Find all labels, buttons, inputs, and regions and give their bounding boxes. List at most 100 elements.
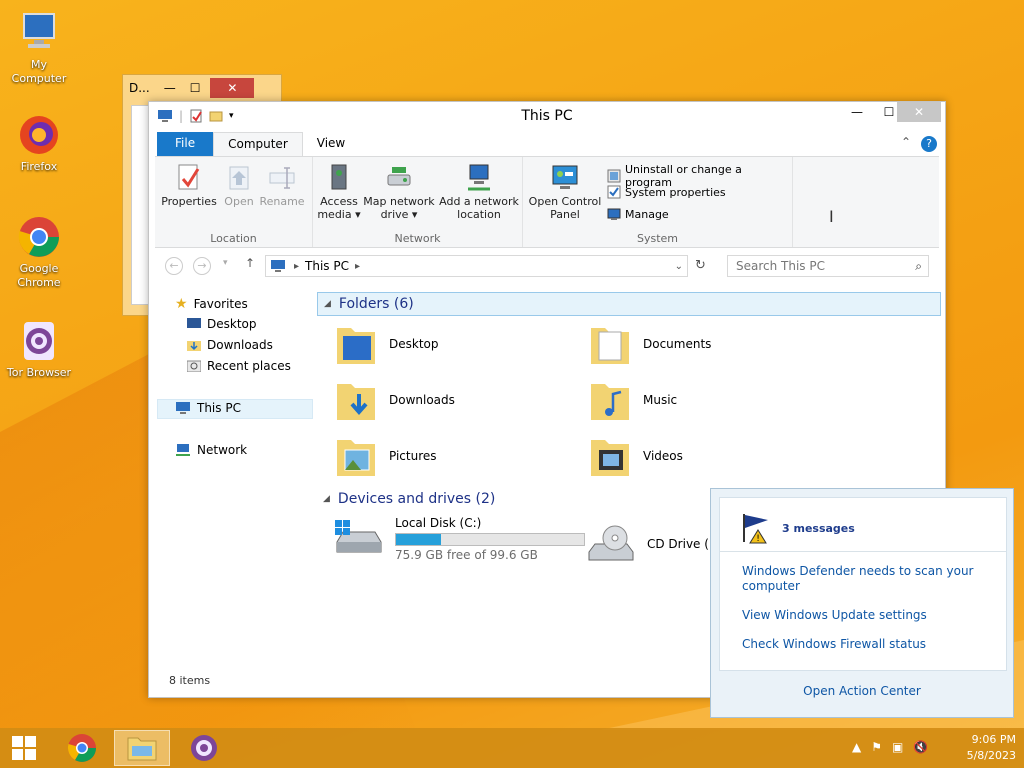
- volume-muted-icon[interactable]: 🔇: [913, 740, 928, 754]
- nav-item-network[interactable]: Network: [175, 443, 247, 457]
- computer-icon: [176, 402, 190, 414]
- network-group-label: Network: [394, 232, 441, 245]
- downloads-folder-icon: [337, 384, 375, 420]
- desktop-icon-chrome[interactable]: Google Chrome: [2, 214, 76, 290]
- tab-computer[interactable]: Computer: [213, 132, 303, 156]
- open-action-center-link[interactable]: Open Action Center: [711, 684, 1013, 698]
- open-button[interactable]: Open: [221, 163, 257, 208]
- breadcrumb-chevron-icon[interactable]: ▸: [355, 261, 360, 272]
- network-icon[interactable]: ▣: [892, 740, 903, 754]
- nav-item-downloads[interactable]: Downloads: [187, 338, 273, 352]
- nav-item-recent-places[interactable]: Recent places: [187, 359, 291, 373]
- manage-button[interactable]: Manage: [607, 207, 669, 221]
- text-cursor-icon: I: [829, 207, 834, 226]
- properties-icon: [174, 163, 204, 193]
- defender-scan-link[interactable]: Windows Defender needs to scan your comp…: [742, 564, 982, 594]
- drive-c[interactable]: Local Disk (C:) 75.9 GB free of 99.6 GB: [333, 516, 585, 562]
- recent-places-icon: [187, 360, 201, 372]
- programs-icon: [607, 169, 621, 183]
- search-input[interactable]: Search This PC ⌕: [727, 255, 929, 277]
- my-computer-icon: [16, 10, 62, 56]
- desktop-icon-tor-browser[interactable]: Tor Browser: [2, 318, 76, 380]
- system-tray: ▲ ⚑ ▣ 🔇: [852, 740, 928, 754]
- action-center-popup: ! 3 messages Windows Defender needs to s…: [710, 488, 1014, 718]
- refresh-icon[interactable]: ↻: [695, 258, 706, 273]
- system-group-label: System: [636, 232, 679, 245]
- rename-button[interactable]: Rename: [259, 163, 305, 208]
- folder-pictures[interactable]: Pictures: [335, 434, 437, 478]
- map-network-drive-button[interactable]: Map network drive ▾: [363, 163, 435, 221]
- folder-downloads[interactable]: Downloads: [335, 378, 455, 422]
- nav-item-this-pc[interactable]: This PC: [175, 401, 241, 415]
- collapse-ribbon-icon[interactable]: ⌃: [901, 135, 911, 149]
- firefox-icon: [16, 112, 62, 158]
- access-media-button[interactable]: Access media ▾: [317, 163, 361, 221]
- folder-videos[interactable]: Videos: [589, 434, 683, 478]
- documents-folder-icon: [591, 328, 629, 364]
- clock-date: 5/8/2023: [966, 749, 1016, 762]
- close-button[interactable]: ✕: [210, 78, 255, 98]
- system-properties-icon: [607, 185, 621, 199]
- clock[interactable]: 9:06 PM 5/8/2023: [967, 732, 1016, 764]
- recent-locations-chevron-icon[interactable]: ▾: [223, 258, 228, 268]
- action-center-flag-icon[interactable]: ⚑: [871, 740, 882, 754]
- system-group: Open Control Panel Uninstall or change a…: [523, 157, 793, 247]
- help-icon[interactable]: ?: [921, 136, 937, 152]
- tab-file[interactable]: File: [157, 132, 214, 156]
- desktop-icon-firefox[interactable]: Firefox: [2, 112, 76, 174]
- close-button[interactable]: ✕: [897, 102, 941, 122]
- tor-browser-icon: [191, 735, 217, 761]
- nav-item-desktop[interactable]: Desktop: [187, 317, 257, 331]
- add-network-location-button[interactable]: Add a network location: [437, 163, 521, 221]
- chrome-icon: [16, 214, 62, 260]
- folder-music[interactable]: Music: [589, 378, 677, 422]
- up-button[interactable]: ↑: [245, 256, 255, 270]
- forward-button[interactable]: →: [193, 257, 211, 275]
- taskbar-file-explorer[interactable]: [114, 730, 170, 766]
- address-dropdown-icon[interactable]: ⌄: [675, 261, 683, 272]
- start-button[interactable]: [0, 730, 48, 766]
- folder-desktop[interactable]: Desktop: [335, 322, 439, 366]
- file-explorer-icon: [127, 737, 157, 761]
- window-title: This PC: [521, 108, 573, 124]
- system-properties-button[interactable]: System properties: [607, 185, 726, 199]
- minimize-button[interactable]: —: [164, 81, 176, 95]
- location-group-label: Location: [210, 232, 257, 245]
- nav-item-favorites[interactable]: ★ Favorites: [175, 296, 248, 312]
- folders-header[interactable]: ◢ Folders (6): [317, 292, 941, 316]
- tab-view[interactable]: View: [303, 132, 359, 156]
- folder-documents[interactable]: Documents: [589, 322, 711, 366]
- firewall-status-link[interactable]: Check Windows Firewall status: [742, 637, 926, 651]
- ribbon: Properties Open Rename Location Access m…: [155, 156, 939, 248]
- collapse-icon: ◢: [323, 494, 330, 504]
- collapse-icon: ◢: [324, 299, 331, 309]
- desktop-icon: [187, 318, 201, 328]
- location-group: Properties Open Rename Location: [155, 157, 313, 247]
- open-control-panel-button[interactable]: Open Control Panel: [527, 163, 603, 221]
- drive-c-label: Local Disk (C:): [395, 516, 482, 530]
- title-bar[interactable]: | ▾ This PC — ☐ ✕: [149, 102, 945, 132]
- address-bar[interactable]: ▸ This PC ▸ ⌄: [265, 255, 688, 277]
- properties-button[interactable]: Properties: [159, 163, 219, 208]
- taskbar-chrome[interactable]: [54, 730, 110, 766]
- show-hidden-icons-icon[interactable]: ▲: [852, 740, 861, 754]
- rename-icon: [267, 163, 297, 193]
- minimize-button[interactable]: —: [835, 102, 879, 122]
- drive-d[interactable]: CD Drive (D:): [585, 522, 727, 566]
- back-button[interactable]: ←: [165, 257, 183, 275]
- network-location-icon: [464, 163, 494, 193]
- desktop-icon-label: Tor Browser: [6, 366, 72, 379]
- computer-icon: [271, 260, 285, 272]
- back-window-title: D...: [129, 81, 150, 95]
- windows-update-link[interactable]: View Windows Update settings: [742, 608, 927, 622]
- search-icon: ⌕: [915, 258, 922, 273]
- drive-usage-bar: [395, 533, 585, 546]
- open-icon: [224, 163, 254, 193]
- devices-header[interactable]: ◢ Devices and drives (2): [317, 487, 495, 511]
- desktop-icon-label: Firefox: [20, 160, 58, 173]
- maximize-button[interactable]: ☐: [190, 81, 201, 95]
- taskbar: ▲ ⚑ ▣ 🔇 9:06 PM 5/8/2023: [0, 728, 1024, 768]
- taskbar-tor-browser[interactable]: [176, 730, 232, 766]
- star-icon: ★: [175, 296, 188, 312]
- desktop-icon-my-computer[interactable]: My Computer: [2, 10, 76, 86]
